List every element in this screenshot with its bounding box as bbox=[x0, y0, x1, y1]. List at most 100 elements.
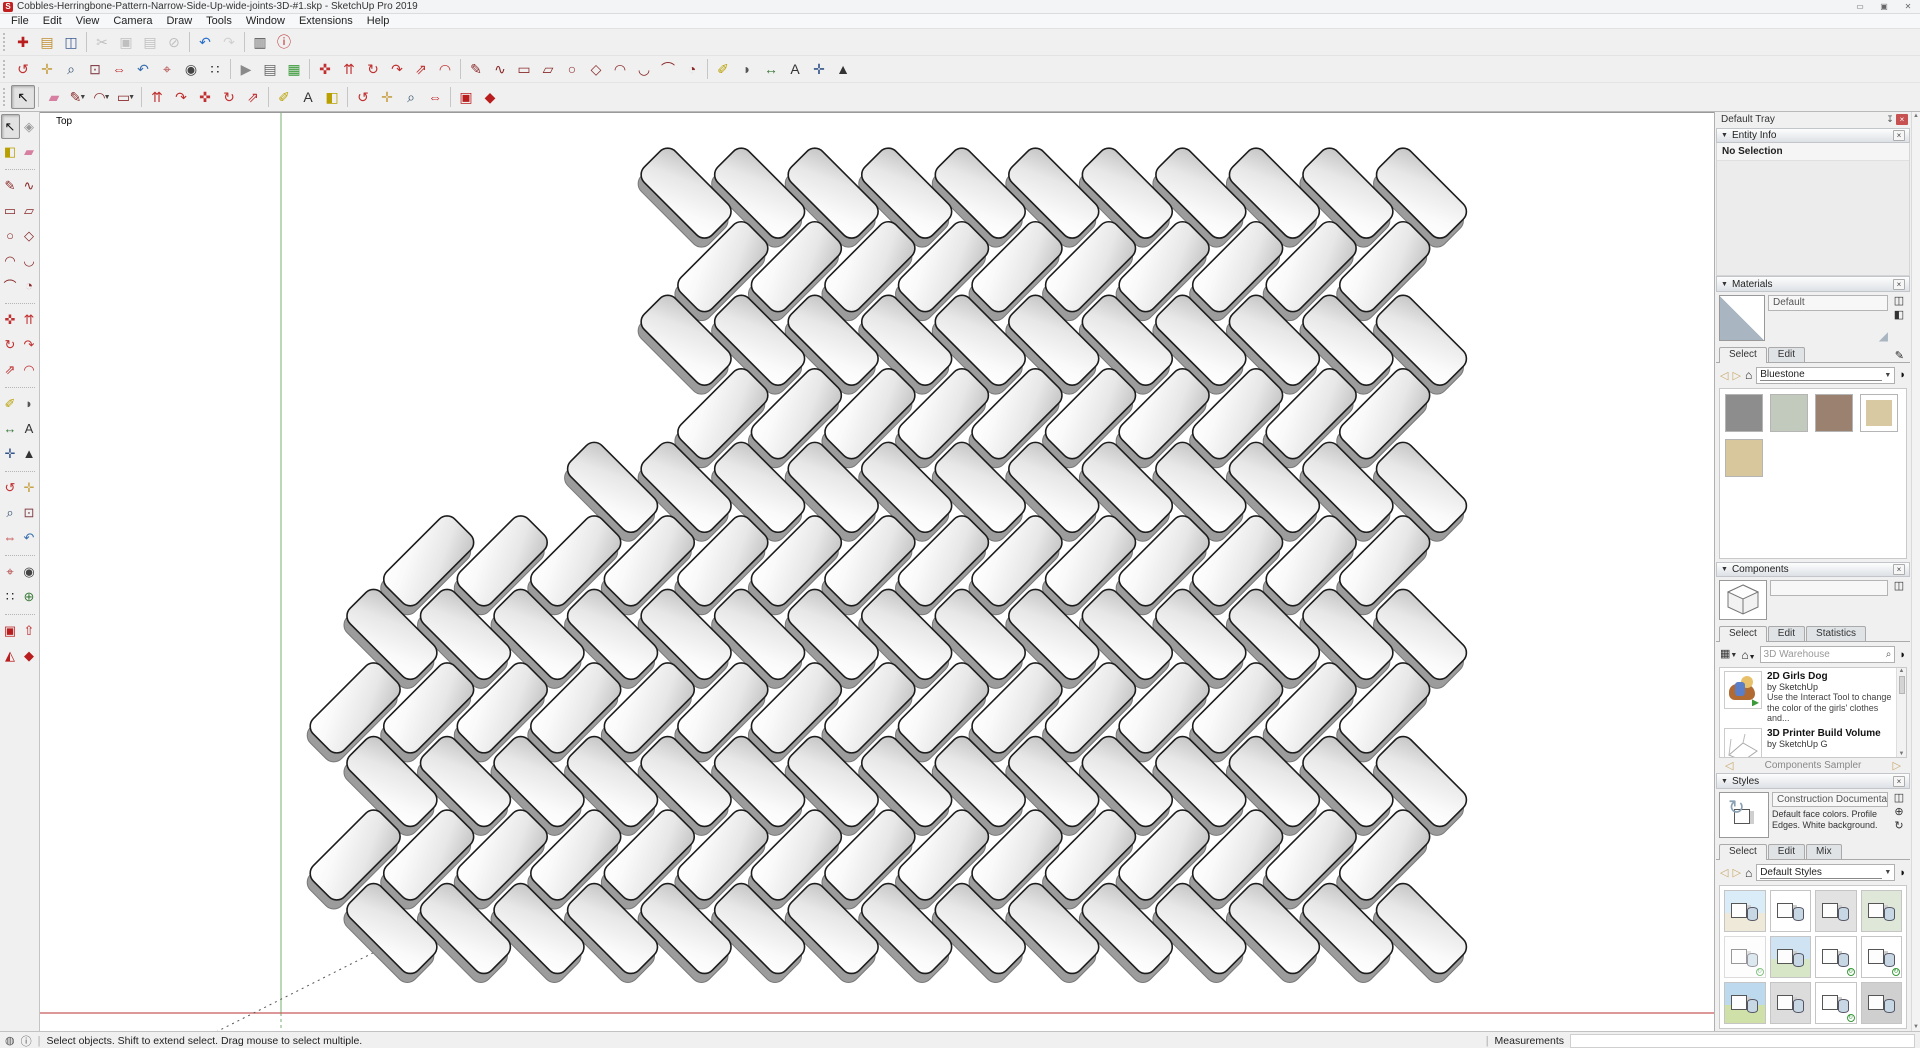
tool-rectangle-icon[interactable]: ▭ bbox=[512, 57, 536, 81]
tool-zoom-extents-icon[interactable]: ⇔ bbox=[107, 57, 131, 81]
tool-eraser-icon[interactable]: ▰ bbox=[20, 139, 39, 164]
help-info-icon[interactable]: ⓘ bbox=[21, 1033, 32, 1048]
tool-orbit-icon[interactable]: ↺ bbox=[351, 85, 375, 109]
home-icon[interactable]: ⌂ bbox=[1745, 368, 1752, 382]
tool-text-icon[interactable]: A bbox=[783, 57, 807, 81]
style-thumbnail-3[interactable] bbox=[1815, 890, 1857, 932]
tool-rotate-icon[interactable]: ↻ bbox=[1, 332, 20, 357]
tool-look-around-icon[interactable]: ◉ bbox=[20, 559, 39, 584]
tool-3d-warehouse-icon[interactable]: ▣ bbox=[1, 618, 20, 643]
drawing-canvas[interactable] bbox=[40, 113, 1714, 1031]
tool-line-icon[interactable]: ✎ bbox=[1, 173, 20, 198]
tool-axes-icon[interactable]: ✛ bbox=[1, 441, 20, 466]
menu-camera[interactable]: Camera bbox=[106, 14, 159, 28]
tool-arc-icon[interactable]: ◠▼ bbox=[90, 85, 114, 109]
secondary-pane-icon[interactable]: ◫ bbox=[1894, 580, 1904, 592]
tool-line-icon[interactable]: ✎ bbox=[464, 57, 488, 81]
tray-scrollbar[interactable]: ▲ ▼ bbox=[1911, 112, 1920, 1031]
component-list-item[interactable]: 2D Girls Dogby SketchUpUse the Interact … bbox=[1720, 668, 1906, 725]
tool-protractor-icon[interactable]: ◗ bbox=[735, 57, 759, 81]
tool-tape-measure-icon[interactable]: ✐ bbox=[272, 85, 296, 109]
tool-follow-me-icon[interactable]: ↷ bbox=[169, 85, 193, 109]
tool-pie-icon[interactable]: ◔ bbox=[20, 273, 39, 298]
tool-copy-icon[interactable]: ▣ bbox=[114, 30, 138, 54]
section-header-materials[interactable]: ▼ Materials × bbox=[1716, 276, 1910, 292]
tool-position-camera-icon[interactable]: ⌖ bbox=[155, 57, 179, 81]
view-options-icon[interactable]: ▦▼ bbox=[1720, 648, 1737, 662]
style-thumbnail-8[interactable]: ↻ bbox=[1861, 936, 1903, 978]
components-tab-edit[interactable]: Edit bbox=[1768, 626, 1805, 641]
tool-zoom-icon[interactable]: ⌕ bbox=[1, 500, 20, 525]
tool-select-icon[interactable]: ↖ bbox=[11, 85, 35, 109]
dropdown-arrow-icon[interactable]: ▼ bbox=[128, 94, 135, 101]
dropdown-arrow-icon[interactable]: ▼ bbox=[104, 94, 111, 101]
tool-share-model-icon[interactable]: ⇧ bbox=[20, 618, 39, 643]
styles-tab-edit[interactable]: Edit bbox=[1768, 844, 1805, 859]
tool-erase-icon[interactable]: ⊘ bbox=[162, 30, 186, 54]
forward-arrow-icon[interactable]: ▷ bbox=[1732, 369, 1740, 382]
tool-extension-warehouse-icon[interactable]: ◆ bbox=[478, 85, 502, 109]
styles-collection-dropdown[interactable]: Default Styles ▼ bbox=[1756, 864, 1895, 881]
materials-collection-dropdown[interactable]: Bluestone ▼ bbox=[1756, 367, 1895, 384]
menu-view[interactable]: View bbox=[69, 14, 107, 28]
style-thumbnail-4[interactable] bbox=[1861, 890, 1903, 932]
material-swatch-stone-brown[interactable] bbox=[1815, 394, 1853, 432]
pin-icon[interactable]: ↧ bbox=[1884, 114, 1896, 125]
tool-cut-icon[interactable]: ✂ bbox=[90, 30, 114, 54]
tool-circle-icon[interactable]: ○ bbox=[1, 223, 20, 248]
style-thumbnail-6[interactable] bbox=[1770, 936, 1812, 978]
material-swatch-stone-grey[interactable] bbox=[1725, 394, 1763, 432]
tool-undo-icon[interactable]: ↶ bbox=[193, 30, 217, 54]
tool-text-icon[interactable]: A bbox=[296, 85, 320, 109]
back-arrow-icon[interactable]: ◁ bbox=[1720, 866, 1728, 879]
warehouse-search-input[interactable]: 3D Warehouse ⌕ bbox=[1760, 646, 1896, 663]
materials-tab-edit[interactable]: Edit bbox=[1768, 347, 1805, 362]
tool-follow-me-icon[interactable]: ↷ bbox=[385, 57, 409, 81]
tool-position-camera-icon[interactable]: ⌖ bbox=[1, 559, 20, 584]
prev-collection-icon[interactable]: ◁ bbox=[1725, 759, 1733, 772]
tool-paint-icon[interactable]: ◧ bbox=[1, 139, 20, 164]
tool-push-pull-icon[interactable]: ⇈ bbox=[20, 307, 39, 332]
tool-rotate-icon[interactable]: ↻ bbox=[361, 57, 385, 81]
entity-info-close-button[interactable]: × bbox=[1893, 130, 1905, 141]
style-thumbnail-1[interactable] bbox=[1724, 890, 1766, 932]
tool-3d-warehouse-icon[interactable]: ▣ bbox=[454, 85, 478, 109]
tool-freehand-icon[interactable]: ∿ bbox=[488, 57, 512, 81]
tool-3d-text-icon[interactable]: ▲ bbox=[831, 57, 855, 81]
tool-arc-icon[interactable]: ◠ bbox=[608, 57, 632, 81]
tool-extension-warehouse-icon[interactable]: ◆ bbox=[20, 643, 39, 668]
tool-rectangle-icon[interactable]: ▭ bbox=[1, 198, 20, 223]
components-scrollbar[interactable]: ▲▼ bbox=[1896, 668, 1906, 756]
menu-edit[interactable]: Edit bbox=[36, 14, 69, 28]
tool-section-plane-icon[interactable]: ⊕ bbox=[20, 584, 39, 609]
toolbar-grip[interactable] bbox=[3, 33, 8, 51]
tool-text-icon[interactable]: A bbox=[20, 416, 39, 441]
in-model-icon[interactable]: ◧ bbox=[1894, 309, 1904, 321]
scroll-up-icon[interactable]: ▲ bbox=[1913, 113, 1919, 119]
style-thumbnail-12[interactable] bbox=[1861, 982, 1903, 1024]
component-title[interactable]: 3D Printer Build Volume bbox=[1767, 728, 1894, 739]
details-arrow-icon[interactable]: ◗ bbox=[1899, 867, 1906, 879]
menu-draw[interactable]: Draw bbox=[159, 14, 199, 28]
scroll-down-icon[interactable]: ▼ bbox=[1913, 1024, 1919, 1030]
tool-eraser-icon[interactable]: ▰ bbox=[42, 85, 66, 109]
details-arrow-icon[interactable]: ◗ bbox=[1899, 369, 1906, 381]
tool-pan-icon[interactable]: ✛ bbox=[35, 57, 59, 81]
tool-new-icon[interactable]: ✚ bbox=[11, 30, 35, 54]
tool-pan-icon[interactable]: ✛ bbox=[375, 85, 399, 109]
tool-tape-measure-icon[interactable]: ✐ bbox=[711, 57, 735, 81]
tool-select-icon[interactable]: ↖ bbox=[1, 114, 20, 139]
style-thumbnail-11[interactable]: ↻ bbox=[1815, 982, 1857, 1024]
home-icon[interactable]: ⌂ bbox=[1745, 866, 1752, 880]
styles-tab-select[interactable]: Select bbox=[1719, 844, 1767, 860]
tool-paint-icon[interactable]: ◧ bbox=[320, 85, 344, 109]
search-icon[interactable]: ⌕ bbox=[1886, 649, 1892, 660]
model-viewport[interactable]: Top bbox=[40, 112, 1714, 1031]
tool-push-pull-icon[interactable]: ⇈ bbox=[337, 57, 361, 81]
next-collection-icon[interactable]: ▷ bbox=[1893, 759, 1901, 772]
menu-tools[interactable]: Tools bbox=[199, 14, 239, 28]
tool-move-icon[interactable]: ✜ bbox=[313, 57, 337, 81]
tool-follow-me-icon[interactable]: ↷ bbox=[20, 332, 39, 357]
tool-push-pull-icon[interactable]: ⇈ bbox=[145, 85, 169, 109]
tool-dimension-icon[interactable]: ↔ bbox=[759, 57, 783, 81]
